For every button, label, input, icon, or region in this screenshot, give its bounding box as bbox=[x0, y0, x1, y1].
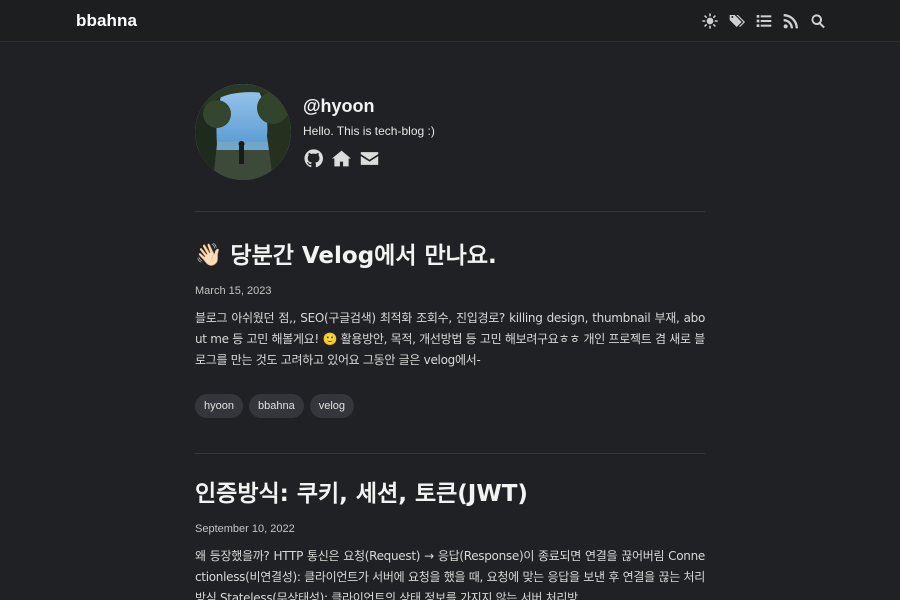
post-title-text: 당분간 Velog에서 만나요. bbox=[230, 243, 497, 269]
tags-icon[interactable] bbox=[728, 12, 745, 29]
post-excerpt: 블로그 아쉬웠던 점,, SEO(구글검색) 최적화 조회수, 진입경로? ki… bbox=[195, 311, 705, 367]
search-icon[interactable] bbox=[809, 12, 826, 29]
post-item: 인증방식: 쿠키, 세션, 토큰(JWT) September 10, 2022… bbox=[195, 478, 705, 600]
tag-velog[interactable]: velog bbox=[309, 394, 354, 418]
post-date: September 10, 2022 bbox=[195, 523, 295, 535]
divider bbox=[195, 453, 705, 454]
home-icon[interactable] bbox=[331, 148, 351, 168]
envelope-icon[interactable] bbox=[359, 148, 379, 168]
top-navbar: bbahna bbox=[0, 0, 900, 42]
profile-card: @hyoon Hello. This is tech-blog :) bbox=[195, 84, 705, 184]
tag-hyoon[interactable]: hyoon bbox=[195, 394, 243, 418]
post-title-link[interactable]: 인증방식: 쿠키, 세션, 토큰(JWT) bbox=[195, 478, 705, 510]
profile-links bbox=[303, 148, 379, 168]
list-icon[interactable] bbox=[755, 12, 772, 29]
profile-name: @hyoon bbox=[303, 96, 375, 116]
post-tags: hyoon bbahna velog bbox=[195, 394, 705, 418]
sun-icon[interactable] bbox=[701, 12, 718, 29]
post-date: March 15, 2023 bbox=[195, 285, 272, 297]
post-title-link[interactable]: 👋🏻 당분간 Velog에서 만나요. bbox=[195, 240, 705, 272]
rss-icon[interactable] bbox=[782, 12, 799, 29]
brand-logo-link[interactable]: bbahna bbox=[76, 11, 137, 31]
profile-bio: Hello. This is tech-blog :) bbox=[303, 124, 435, 138]
post-item: 👋🏻 당분간 Velog에서 만나요. March 15, 2023 블로그 아… bbox=[195, 240, 705, 418]
waving-hand-icon: 👋🏻 bbox=[195, 243, 223, 268]
github-icon[interactable] bbox=[303, 148, 323, 168]
divider bbox=[195, 211, 705, 212]
avatar bbox=[195, 84, 291, 180]
tag-bbahna[interactable]: bbahna bbox=[248, 394, 304, 418]
post-excerpt: 왜 등장했을까? HTTP 통신은 요청(Request) → 응답(Respo… bbox=[195, 549, 705, 600]
nav-icons bbox=[701, 12, 826, 29]
